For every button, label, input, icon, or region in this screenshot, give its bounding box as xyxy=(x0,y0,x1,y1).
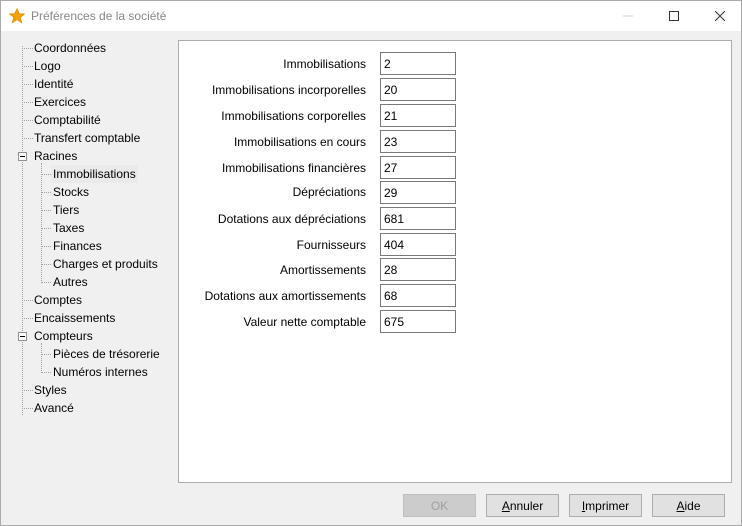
collapse-racines-icon[interactable] xyxy=(18,152,27,161)
print-button[interactable]: Imprimer xyxy=(569,494,642,517)
minimize-button[interactable] xyxy=(605,1,651,31)
tree-item-transfert-comptable[interactable]: Transfert comptable xyxy=(32,129,142,147)
window-title: Préférences de la société xyxy=(31,9,167,23)
depreciations-field[interactable] xyxy=(380,181,456,204)
tree-connector xyxy=(41,343,42,373)
settings-tree: Coordonnées Logo Identité Exercices Comp… xyxy=(7,37,175,487)
maximize-button[interactable] xyxy=(651,1,697,31)
tree-connector xyxy=(41,228,51,229)
tree-connector xyxy=(41,246,51,247)
tree-item-avance[interactable]: Avancé xyxy=(32,399,76,417)
fournisseurs-field[interactable] xyxy=(380,233,456,256)
immobilisations-en-cours-field[interactable] xyxy=(380,130,456,153)
star-icon xyxy=(8,7,26,24)
field-label: Fournisseurs xyxy=(296,238,366,252)
immobilisations-financieres-field[interactable] xyxy=(380,156,456,179)
dotations-aux-depreciations-field[interactable] xyxy=(380,207,456,230)
minimize-icon xyxy=(623,15,633,17)
field-label: Dotations aux dépréciations xyxy=(217,212,366,226)
tree-item-finances[interactable]: Finances xyxy=(51,237,104,255)
immobilisations-corporelles-field[interactable] xyxy=(380,104,456,127)
ok-button[interactable]: OK xyxy=(403,494,476,517)
print-button-label: mprimer xyxy=(585,498,630,513)
tree-connector xyxy=(41,264,51,265)
preferences-dialog: Préférences de la société Coordonnées Lo… xyxy=(0,0,742,526)
close-icon xyxy=(715,11,725,21)
field-label: Immobilisations en cours xyxy=(233,135,366,149)
valeur-nette-comptable-field[interactable] xyxy=(380,310,456,333)
tree-item-tiers[interactable]: Tiers xyxy=(51,201,81,219)
tree-item-comptes[interactable]: Comptes xyxy=(32,291,84,309)
ok-button-label: OK xyxy=(430,498,449,513)
help-button-label: ide xyxy=(684,498,701,513)
field-label: Dotations aux amortissements xyxy=(204,289,366,303)
tree-item-pieces-de-tresorerie[interactable]: Pièces de trésorerie xyxy=(51,345,162,363)
field-label: Immobilisations financières xyxy=(221,161,366,175)
tree-connector xyxy=(41,282,51,283)
cancel-button-label: nnuler xyxy=(509,498,544,513)
tree-item-immobilisations[interactable]: Immobilisations xyxy=(51,165,138,183)
tree-item-charges-et-produits[interactable]: Charges et produits xyxy=(51,255,160,273)
tree-connector xyxy=(41,372,51,373)
help-accelerator: A xyxy=(676,498,685,513)
field-label: Valeur nette comptable xyxy=(243,315,366,329)
help-button[interactable]: Aide xyxy=(652,494,725,517)
dotations-aux-amortissements-field[interactable] xyxy=(380,284,456,307)
tree-item-comptabilite[interactable]: Comptabilité xyxy=(32,111,103,129)
collapse-compteurs-icon[interactable] xyxy=(18,332,27,341)
tree-connector xyxy=(41,174,51,175)
tree-item-autres[interactable]: Autres xyxy=(51,273,90,291)
tree-item-stocks[interactable]: Stocks xyxy=(51,183,91,201)
maximize-icon xyxy=(669,11,679,21)
tree-connector xyxy=(41,163,42,283)
tree-item-identite[interactable]: Identité xyxy=(32,75,75,93)
tree-item-styles[interactable]: Styles xyxy=(32,381,69,399)
tree-item-coordonnees[interactable]: Coordonnées xyxy=(32,39,108,57)
tree-item-encaissements[interactable]: Encaissements xyxy=(32,309,117,327)
amortissements-field[interactable] xyxy=(380,258,456,281)
field-label: Immobilisations xyxy=(283,57,366,71)
field-label: Immobilisations incorporelles xyxy=(211,83,366,97)
immobilisations-incorporelles-field[interactable] xyxy=(380,78,456,101)
tree-item-compteurs[interactable]: Compteurs xyxy=(32,327,95,345)
field-label: Dépréciations xyxy=(292,185,366,199)
field-label: Immobilisations corporelles xyxy=(221,109,366,123)
tree-item-logo[interactable]: Logo xyxy=(32,57,63,75)
tree-item-racines[interactable]: Racines xyxy=(32,147,79,165)
cancel-accelerator: A xyxy=(501,498,510,513)
settings-panel: Immobilisations Immobilisations incorpor… xyxy=(178,40,732,483)
tree-connector xyxy=(41,210,51,211)
field-label: Amortissements xyxy=(279,263,366,277)
cancel-button[interactable]: Annuler xyxy=(486,494,559,517)
close-button[interactable] xyxy=(697,1,742,31)
tree-item-numeros-internes[interactable]: Numéros internes xyxy=(51,363,150,381)
tree-item-exercices[interactable]: Exercices xyxy=(32,93,88,111)
tree-connector xyxy=(41,192,51,193)
immobilisations-field[interactable] xyxy=(380,52,456,75)
tree-item-taxes[interactable]: Taxes xyxy=(51,219,86,237)
title-bar[interactable]: Préférences de la société xyxy=(1,1,741,31)
tree-connector xyxy=(41,354,51,355)
